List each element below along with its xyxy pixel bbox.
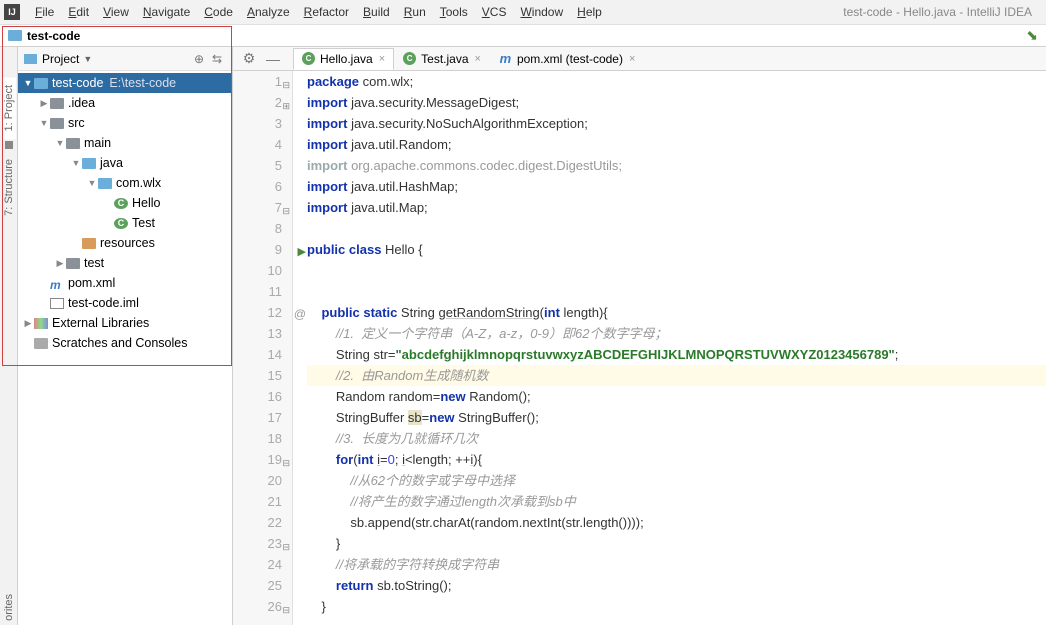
menu-file[interactable]: File xyxy=(28,5,61,19)
tree-item-main[interactable]: ▼main xyxy=(18,133,232,153)
project-icon xyxy=(24,54,37,64)
tree-item-resources[interactable]: resources xyxy=(18,233,232,253)
tree-item--idea[interactable]: ▶.idea xyxy=(18,93,232,113)
tree-item-java[interactable]: ▼java xyxy=(18,153,232,173)
menu-vcs[interactable]: VCS xyxy=(475,5,514,19)
folder-orange-icon xyxy=(82,238,96,249)
tree-item-test-code[interactable]: ▼test-codeE:\test-code xyxy=(18,73,232,93)
folder-blue-icon xyxy=(82,158,96,169)
maven-icon: m xyxy=(50,278,64,289)
folder-icon xyxy=(50,98,64,109)
folder-icon xyxy=(66,138,80,149)
class-icon xyxy=(114,198,128,209)
close-icon[interactable]: × xyxy=(629,53,635,65)
tree-item-pom-xml[interactable]: mpom.xml xyxy=(18,273,232,293)
tree-item-com-wlx[interactable]: ▼com.wlx xyxy=(18,173,232,193)
menu-tools[interactable]: Tools xyxy=(433,5,475,19)
tool-tab-structure[interactable]: 7: Structure xyxy=(2,151,16,224)
window-title: test-code - Hello.java - IntelliJ IDEA xyxy=(843,5,1042,19)
tab-test-java[interactable]: Test.java× xyxy=(394,48,490,70)
tree-item-scratches-and-consoles[interactable]: Scratches and Consoles xyxy=(18,333,232,353)
menu-analyze[interactable]: Analyze xyxy=(240,5,297,19)
app-logo-icon: IJ xyxy=(4,4,20,20)
project-sidebar-header: Project ▼ ⊕ ⇆ xyxy=(18,47,232,71)
dropdown-icon[interactable]: ▼ xyxy=(83,54,92,64)
editor-tabs: Hello.java×Test.java×pom.xml (test-code)… xyxy=(293,48,644,70)
lib-icon xyxy=(34,318,48,329)
locate-icon[interactable]: ⊕ xyxy=(192,52,206,66)
folder-blue-icon xyxy=(34,78,48,89)
folder-icon xyxy=(50,118,64,129)
left-tool-window-bar: 1: Project 7: Structure xyxy=(0,47,18,625)
tree-item-test[interactable]: ▶test xyxy=(18,253,232,273)
project-tree[interactable]: ▼test-codeE:\test-code▶.idea▼src▼main▼ja… xyxy=(18,71,232,625)
maven-icon xyxy=(499,52,512,65)
menubar: IJ FileEditViewNavigateCodeAnalyzeRefact… xyxy=(0,0,1046,25)
menu-code[interactable]: Code xyxy=(197,5,240,19)
folder-blue-icon xyxy=(98,178,112,189)
tool-tab-project[interactable]: 1: Project xyxy=(2,77,16,139)
tree-item-test-code-iml[interactable]: test-code.iml xyxy=(18,293,232,313)
gutter[interactable]: 1⊟2⊞34567⊟89▶101112@13141516171819⊟20212… xyxy=(233,71,293,625)
scratch-icon xyxy=(34,338,48,349)
tree-item-external-libraries[interactable]: ▶External Libraries xyxy=(18,313,232,333)
menu-run[interactable]: Run xyxy=(397,5,433,19)
class-icon xyxy=(403,52,416,65)
tree-item-test[interactable]: Test xyxy=(18,213,232,233)
editor-panel: ⚙ — Hello.java×Test.java×pom.xml (test-c… xyxy=(233,47,1046,625)
build-tool-icon[interactable]: ⬊ xyxy=(1026,27,1038,44)
code-editor[interactable]: 1⊟2⊞34567⊟89▶101112@13141516171819⊟20212… xyxy=(233,71,1046,625)
folder-icon xyxy=(8,30,22,41)
menu-navigate[interactable]: Navigate xyxy=(136,5,197,19)
close-icon[interactable]: × xyxy=(475,53,481,65)
minimize-icon[interactable]: — xyxy=(265,51,281,67)
menu-view[interactable]: View xyxy=(96,5,136,19)
close-icon[interactable]: × xyxy=(379,53,385,65)
breadcrumb-project[interactable]: test-code xyxy=(27,29,80,43)
menu-build[interactable]: Build xyxy=(356,5,397,19)
code-area[interactable]: package com.wlx;import java.security.Mes… xyxy=(293,71,1046,625)
menu-edit[interactable]: Edit xyxy=(61,5,96,19)
breadcrumb: test-code ⬊ xyxy=(0,25,1046,47)
iml-icon xyxy=(50,298,64,309)
class-icon xyxy=(302,52,315,65)
tree-item-hello[interactable]: Hello xyxy=(18,193,232,213)
collapse-icon[interactable]: ⇆ xyxy=(210,52,224,66)
separator-icon xyxy=(5,141,13,149)
menu-refactor[interactable]: Refactor xyxy=(297,5,356,19)
bottom-left-tool-bar: orites xyxy=(0,590,18,625)
editor-toolbar: ⚙ — Hello.java×Test.java×pom.xml (test-c… xyxy=(233,47,1046,71)
menu-help[interactable]: Help xyxy=(570,5,609,19)
tab-pom-xml-test-code-[interactable]: pom.xml (test-code)× xyxy=(490,48,644,70)
gear-icon[interactable]: ⚙ xyxy=(241,51,257,67)
project-view-title[interactable]: Project xyxy=(42,52,79,66)
menu-window[interactable]: Window xyxy=(513,5,570,19)
folder-icon xyxy=(66,258,80,269)
project-sidebar: Project ▼ ⊕ ⇆ ▼test-codeE:\test-code▶.id… xyxy=(18,47,233,625)
tree-item-src[interactable]: ▼src xyxy=(18,113,232,133)
tab-hello-java[interactable]: Hello.java× xyxy=(293,48,394,70)
tool-tab-favorites[interactable]: orites xyxy=(2,590,16,625)
class-icon xyxy=(114,218,128,229)
